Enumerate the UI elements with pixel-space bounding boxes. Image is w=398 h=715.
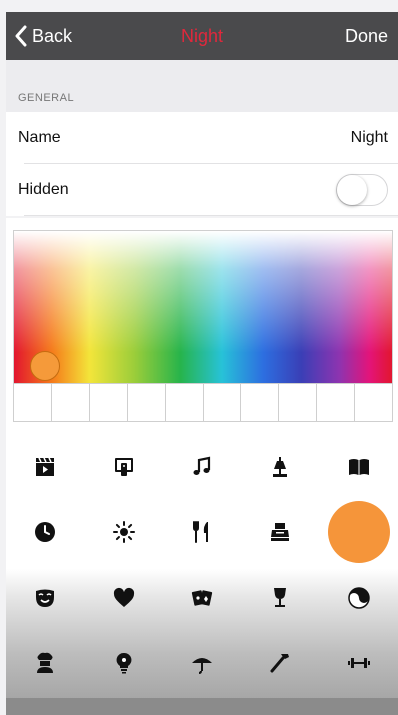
book-icon: [348, 458, 369, 475]
icon-option-hammer[interactable]: [241, 631, 319, 697]
color-swatch[interactable]: [317, 384, 356, 421]
icon-option-mask[interactable]: [6, 565, 84, 631]
yin-yang-icon: [348, 587, 370, 609]
fork-knife-icon: [192, 521, 208, 544]
hidden-toggle[interactable]: [336, 174, 388, 206]
icon-option-chef[interactable]: [6, 631, 84, 697]
done-button[interactable]: Done: [345, 12, 388, 60]
section-header-general: GENERAL: [6, 60, 398, 112]
icon-option-wine-glass[interactable]: [241, 565, 319, 631]
icon-option-tv-remote[interactable]: [84, 434, 162, 500]
hidden-row: Hidden: [6, 164, 398, 216]
color-swatch[interactable]: [89, 384, 128, 421]
icon-option-book[interactable]: [320, 434, 398, 500]
icon-option-umbrella[interactable]: [163, 631, 241, 697]
icon-grid: [6, 434, 398, 696]
icon-picker-section: [6, 434, 398, 715]
icon-option-music-note[interactable]: [163, 434, 241, 500]
toggle-knob: [337, 175, 367, 205]
clock-icon: [35, 522, 56, 543]
lamp-icon: [273, 456, 288, 477]
dumbbell-icon: [347, 658, 370, 669]
name-row[interactable]: Name Night: [6, 112, 398, 164]
name-value[interactable]: Night: [351, 112, 388, 164]
hidden-label: Hidden: [18, 181, 69, 198]
music-note-icon: [193, 456, 211, 475]
cash-register-icon: [271, 523, 290, 542]
icon-option-heart[interactable]: [84, 565, 162, 631]
color-spectrum[interactable]: [14, 231, 392, 383]
color-picker[interactable]: [13, 230, 393, 422]
color-swatch[interactable]: [279, 384, 318, 421]
icon-option-dumbbell[interactable]: [320, 631, 398, 697]
lightbulb-icon: [116, 653, 132, 674]
row-divider: [24, 215, 398, 216]
color-swatch[interactable]: [51, 384, 90, 421]
color-picker-section: [6, 218, 398, 434]
playing-cards-icon: [191, 590, 213, 606]
wine-glass-icon: [274, 587, 287, 607]
icon-option-lamp[interactable]: [241, 434, 319, 500]
page-title: Night: [6, 12, 398, 60]
color-swatch[interactable]: [165, 384, 204, 421]
color-swatch-row: [14, 383, 392, 421]
icon-option-clock[interactable]: [6, 500, 84, 566]
screen: Back Night Done GENERAL Name Night Hidde…: [0, 0, 398, 715]
icon-option-sun[interactable]: [84, 500, 162, 566]
hammer-icon: [270, 654, 290, 673]
color-swatch[interactable]: [241, 384, 280, 421]
heart-icon: [113, 587, 134, 607]
icon-option-lightbulb[interactable]: [84, 631, 162, 697]
color-swatch[interactable]: [355, 384, 392, 421]
name-label: Name: [18, 129, 61, 146]
icon-option-yin-yang[interactable]: [320, 565, 398, 631]
color-swatch[interactable]: [127, 384, 166, 421]
icon-option-fork-knife[interactable]: [163, 500, 241, 566]
section-header-label: GENERAL: [18, 92, 75, 104]
color-picker-handle[interactable]: [30, 351, 60, 381]
bottom-strip: [6, 698, 398, 715]
clapperboard-icon: [36, 457, 55, 476]
sun-icon: [112, 521, 135, 544]
icon-option-playing-cards[interactable]: [163, 565, 241, 631]
tv-remote-icon: [114, 457, 133, 476]
umbrella-icon: [191, 658, 212, 675]
nav-bar: Back Night Done: [6, 12, 398, 60]
chef-icon: [37, 653, 54, 674]
mask-icon: [36, 589, 55, 607]
page-title-text: Night: [180, 25, 224, 46]
icon-option-clapperboard[interactable]: [6, 434, 84, 500]
icon-option-moon[interactable]: [320, 500, 398, 566]
color-swatch[interactable]: [14, 384, 52, 421]
icon-option-cash-register[interactable]: [241, 500, 319, 566]
moon-icon: [352, 523, 362, 542]
color-swatch[interactable]: [203, 384, 242, 421]
